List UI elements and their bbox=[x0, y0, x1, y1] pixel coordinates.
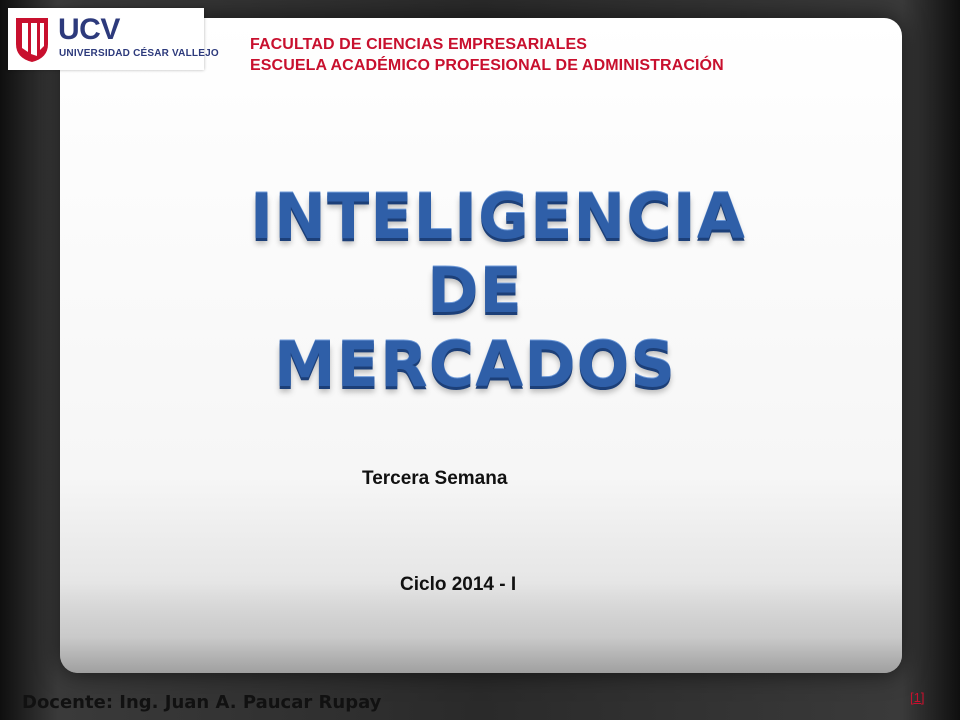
school-heading: ESCUELA ACADÉMICO PROFESIONAL DE ADMINIS… bbox=[250, 57, 724, 74]
slide-title: INTELIGENCIA DE MERCADOS bbox=[250, 180, 746, 402]
faculty-heading: FACULTAD DE CIENCIAS EMPRESARIALES bbox=[250, 36, 588, 53]
logo-word: UCV bbox=[58, 13, 120, 46]
cycle-label: Ciclo 2014 - I bbox=[400, 574, 517, 595]
logo-subtitle: UNIVERSIDAD CÉSAR VALLEJO bbox=[59, 48, 219, 59]
title-line-2: DE bbox=[427, 254, 523, 327]
teacher-name: Docente: Ing. Juan A. Paucar Rupay bbox=[22, 692, 382, 713]
ucv-logo: UCV UNIVERSIDAD CÉSAR VALLEJO bbox=[8, 8, 219, 70]
title-line-3: MERCADOS bbox=[273, 328, 677, 401]
footnote-link[interactable]: [1] bbox=[910, 690, 924, 705]
title-line-1: INTELIGENCIA bbox=[250, 180, 746, 253]
week-label: Tercera Semana bbox=[362, 468, 508, 489]
ucv-shield-icon bbox=[16, 18, 48, 62]
card-shine bbox=[60, 583, 902, 673]
